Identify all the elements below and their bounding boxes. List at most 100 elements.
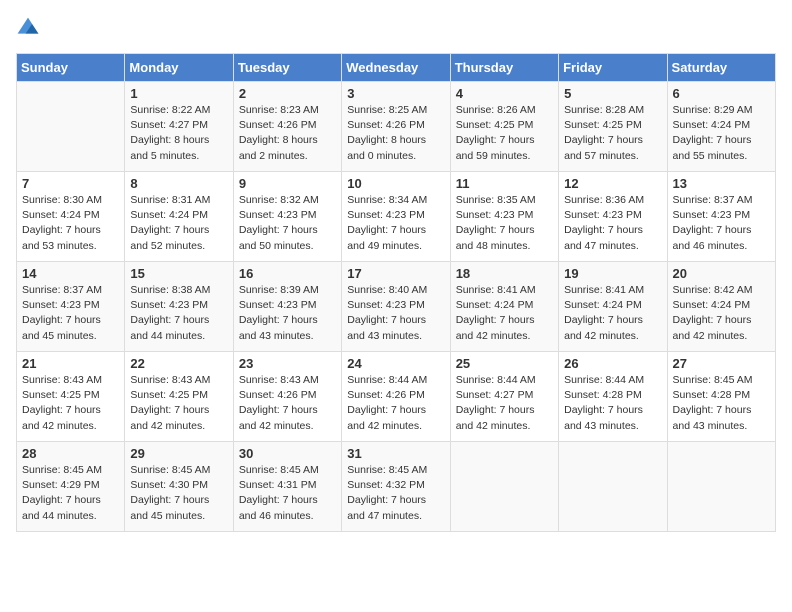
calendar-week-4: 21 Sunrise: 8:43 AM Sunset: 4:25 PM Dayligh…: [17, 352, 776, 442]
calendar-cell: [450, 442, 558, 532]
cell-line: Daylight: 7 hours: [22, 494, 101, 506]
calendar-cell: 23Sunrise: 8:43 AMSunset: 4:26 PMDayligh…: [233, 352, 341, 442]
cell-line: Daylight: 8 hours: [347, 134, 426, 146]
cell-line: Daylight: 7 hours: [347, 494, 426, 506]
calendar-cell: 16Sunrise: 8:39 AMSunset: 4:23 PMDayligh…: [233, 262, 341, 352]
cell-line: Sunset: 4:23 PM: [564, 209, 642, 221]
cell-line: Sunset: 4:27 PM: [130, 119, 208, 131]
calendar-cell: [667, 442, 775, 532]
calendar-cell: 9Sunrise: 8:32 AMSunset: 4:23 PMDaylight…: [233, 172, 341, 262]
cell-line: Sunset: 4:24 PM: [456, 299, 534, 311]
cell-line: Sunset: 4:32 PM: [347, 479, 425, 491]
cell-line: Daylight: 7 hours: [347, 404, 426, 416]
day-number: 21: [22, 356, 119, 371]
cell-line: Sunrise: 8:43 AM: [239, 374, 319, 386]
cell-line: Sunrise: 8:26 AM: [456, 104, 536, 116]
cell-line: Sunset: 4:24 PM: [673, 299, 751, 311]
cell-line: Sunrise: 8:43 AM: [130, 374, 210, 386]
cell-text: Sunrise: 8:45 AMSunset: 4:31 PMDaylight:…: [239, 463, 336, 524]
cell-line: Sunset: 4:26 PM: [239, 389, 317, 401]
cell-line: Daylight: 7 hours: [564, 224, 643, 236]
cell-line: Sunset: 4:25 PM: [564, 119, 642, 131]
cell-line: Sunset: 4:25 PM: [130, 389, 208, 401]
cell-line: Daylight: 7 hours: [456, 314, 535, 326]
calendar-cell: 5Sunrise: 8:28 AMSunset: 4:25 PMDaylight…: [559, 82, 667, 172]
cell-line: and 43 minutes.: [564, 420, 639, 432]
cell-line: and 2 minutes.: [239, 150, 308, 162]
cell-line: Sunset: 4:25 PM: [22, 389, 100, 401]
cell-line: Sunrise: 8:32 AM: [239, 194, 319, 206]
cell-text: Sunrise: 8:29 AMSunset: 4:24 PMDaylight:…: [673, 103, 770, 164]
calendar-cell: 8Sunrise: 8:31 AMSunset: 4:24 PMDaylight…: [125, 172, 233, 262]
cell-line: Daylight: 7 hours: [456, 224, 535, 236]
cell-line: and 42 minutes.: [22, 420, 97, 432]
day-number: 6: [673, 86, 770, 101]
cell-line: Daylight: 7 hours: [239, 404, 318, 416]
cell-text: Sunrise: 8:43 AMSunset: 4:25 PMDaylight:…: [130, 373, 227, 434]
calendar-cell: 6 Sunrise: 8:29 AMSunset: 4:24 PMDaylight…: [667, 82, 775, 172]
cell-text: Sunrise: 8:39 AMSunset: 4:23 PMDaylight:…: [239, 283, 336, 344]
day-number: 3: [347, 86, 444, 101]
calendar-cell: 4Sunrise: 8:26 AMSunset: 4:25 PMDaylight…: [450, 82, 558, 172]
cell-line: Daylight: 7 hours: [239, 314, 318, 326]
logo-icon: [16, 16, 40, 40]
cell-line: Sunset: 4:24 PM: [673, 119, 751, 131]
cell-text: Sunrise: 8:31 AMSunset: 4:24 PMDaylight:…: [130, 193, 227, 254]
calendar-cell: 15Sunrise: 8:38 AMSunset: 4:23 PMDayligh…: [125, 262, 233, 352]
calendar-week-1: 1Sunrise: 8:22 AMSunset: 4:27 PMDaylight…: [17, 82, 776, 172]
cell-line: Sunset: 4:23 PM: [239, 299, 317, 311]
cell-line: and 45 minutes.: [22, 330, 97, 342]
calendar-cell: 21Sunrise: 8:43 AMSunset: 4:25 PMDayligh…: [17, 352, 125, 442]
cell-line: Daylight: 7 hours: [564, 314, 643, 326]
cell-line: Sunset: 4:31 PM: [239, 479, 317, 491]
cell-line: Sunrise: 8:45 AM: [347, 464, 427, 476]
cell-line: and 42 minutes.: [456, 420, 531, 432]
calendar-cell: [559, 442, 667, 532]
day-number: 14: [22, 266, 119, 281]
cell-line: and 44 minutes.: [130, 330, 205, 342]
cell-text: Sunrise: 8:37 AMSunset: 4:23 PMDaylight:…: [673, 193, 770, 254]
cell-line: Daylight: 7 hours: [22, 224, 101, 236]
cell-text: Sunrise: 8:25 AMSunset: 4:26 PMDaylight:…: [347, 103, 444, 164]
cell-line: and 44 minutes.: [22, 510, 97, 522]
day-number: 26: [564, 356, 661, 371]
cell-line: Daylight: 7 hours: [130, 314, 209, 326]
day-header-friday: Friday: [559, 54, 667, 82]
cell-line: Daylight: 7 hours: [673, 314, 752, 326]
cell-line: Daylight: 7 hours: [456, 404, 535, 416]
cell-line: and 42 minutes.: [456, 330, 531, 342]
cell-line: Sunrise: 8:45 AM: [673, 374, 753, 386]
cell-line: Daylight: 7 hours: [456, 134, 535, 146]
calendar-cell: 10Sunrise: 8:34 AMSunset: 4:23 PMDayligh…: [342, 172, 450, 262]
calendar-cell: 28Sunrise: 8:45 AMSunset: 4:29 PMDayligh…: [17, 442, 125, 532]
cell-line: Sunrise: 8:44 AM: [564, 374, 644, 386]
day-number: 27: [673, 356, 770, 371]
cell-text: Sunrise: 8:40 AMSunset: 4:23 PMDaylight:…: [347, 283, 444, 344]
cell-line: Sunset: 4:28 PM: [673, 389, 751, 401]
cell-line: and 42 minutes.: [564, 330, 639, 342]
cell-line: Sunrise: 8:23 AM: [239, 104, 319, 116]
cell-line: Sunset: 4:23 PM: [22, 299, 100, 311]
calendar-cell: [17, 82, 125, 172]
cell-line: Sunrise: 8:25 AM: [347, 104, 427, 116]
day-number: 25: [456, 356, 553, 371]
cell-line: and 59 minutes.: [456, 150, 531, 162]
cell-line: Daylight: 7 hours: [673, 404, 752, 416]
calendar-cell: 30Sunrise: 8:45 AMSunset: 4:31 PMDayligh…: [233, 442, 341, 532]
cell-line: and 46 minutes.: [239, 510, 314, 522]
cell-line: Daylight: 7 hours: [22, 404, 101, 416]
cell-line: and 42 minutes.: [130, 420, 205, 432]
cell-line: and 53 minutes.: [22, 240, 97, 252]
cell-line: Daylight: 7 hours: [130, 224, 209, 236]
cell-line: Sunset: 4:23 PM: [130, 299, 208, 311]
day-number: 9: [239, 176, 336, 191]
calendar-cell: 27 Sunrise: 8:45 AM Sunset: 4:28 PM Dayligh…: [667, 352, 775, 442]
cell-line: Sunset: 4:24 PM: [564, 299, 642, 311]
cell-line: Sunrise: 8:28 AM: [564, 104, 644, 116]
cell-line: Sunset: 4:23 PM: [239, 209, 317, 221]
day-number: 18: [456, 266, 553, 281]
cell-line: and 42 minutes.: [347, 420, 422, 432]
cell-line: Daylight: 7 hours: [673, 224, 752, 236]
cell-line: Sunset: 4:24 PM: [22, 209, 100, 221]
cell-line: Sunrise: 8:42 AM: [673, 284, 753, 296]
